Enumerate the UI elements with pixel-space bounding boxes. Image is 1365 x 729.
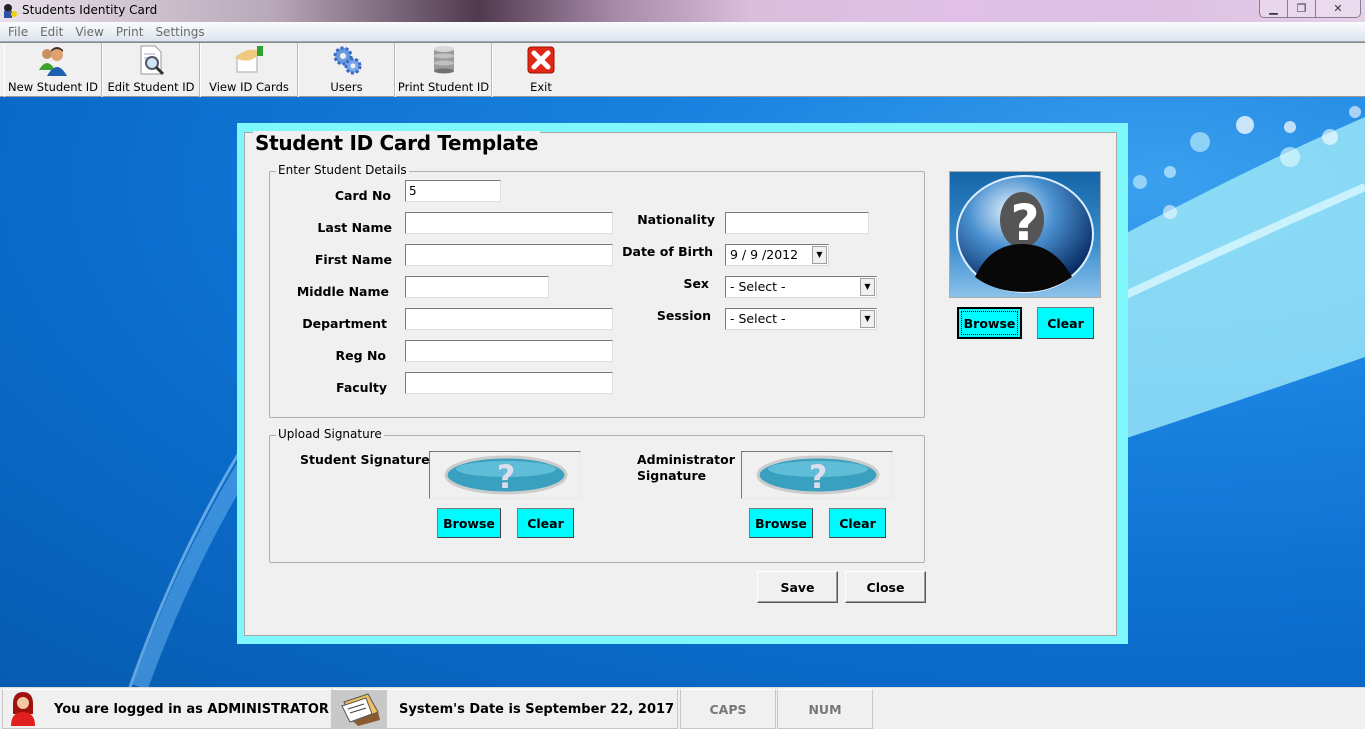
database-icon — [433, 46, 454, 74]
admin-signature-image: ? — [741, 451, 893, 499]
sex-value: - Select - — [730, 279, 786, 294]
chevron-down-icon[interactable]: ▼ — [812, 246, 827, 264]
reg-no-label: Reg No — [335, 348, 386, 363]
first-name-label: First Name — [314, 252, 392, 267]
toolbar-label: New Student ID — [8, 80, 98, 94]
faculty-input[interactable] — [405, 372, 613, 394]
upload-signature-legend: Upload Signature — [276, 427, 384, 441]
window-title: Students Identity Card — [22, 3, 158, 17]
logged-in-text: You are logged in as ADMINISTRATOR — [54, 701, 329, 717]
toolbar-label: Print Student ID — [397, 80, 490, 94]
users-icon — [39, 47, 67, 76]
close-window-button[interactable]: ✕ — [1316, 0, 1360, 17]
toolbar-label: View ID Cards — [209, 80, 289, 94]
question-mark-icon: ? — [444, 455, 568, 496]
menu-print[interactable]: Print — [110, 25, 150, 39]
dob-value: 9 / 9 /2012 — [730, 247, 799, 262]
edit-student-id-button[interactable]: Edit Student ID — [102, 43, 200, 97]
card-no-input[interactable]: 5 — [405, 180, 501, 202]
menu-view[interactable]: View — [69, 25, 109, 39]
svg-text:?: ? — [1010, 194, 1039, 252]
restore-icon: ❐ — [1296, 2, 1307, 15]
admin-signature-label: Administrator Signature — [637, 452, 735, 484]
exit-icon — [527, 46, 555, 74]
caps-indicator: CAPS — [680, 689, 776, 729]
users-button[interactable]: Users — [298, 43, 395, 97]
new-student-id-button[interactable]: New Student ID — [4, 43, 102, 97]
nationality-input[interactable] — [725, 212, 869, 234]
window-controls: ▁ ❐ ✕ — [1259, 0, 1361, 18]
menu-edit[interactable]: Edit — [34, 25, 69, 39]
session-label: Session — [656, 308, 711, 323]
minimize-icon: ▁ — [1269, 2, 1278, 15]
card-hand-icon — [235, 46, 263, 73]
question-mark-icon: ? — [756, 455, 880, 496]
sex-select[interactable]: - Select - ▼ — [725, 276, 877, 298]
unknown-person-icon: ? — [956, 175, 1094, 293]
sex-label: Sex — [683, 276, 709, 291]
print-student-id-button[interactable]: Print Student ID — [395, 43, 492, 97]
admin-signature-label-line2: Signature — [637, 468, 707, 483]
photo-browse-button[interactable]: Browse — [957, 307, 1022, 339]
save-button[interactable]: Save — [757, 571, 838, 603]
logged-in-panel: You are logged in as ADMINISTRATOR — [2, 689, 332, 729]
system-date-panel: System's Date is September 22, 2017 — [332, 689, 678, 729]
last-name-label: Last Name — [317, 220, 392, 235]
restore-button[interactable]: ❐ — [1288, 0, 1316, 17]
admin-user-icon — [11, 692, 35, 726]
faculty-label: Faculty — [336, 380, 387, 395]
student-signature-clear-button[interactable]: Clear — [517, 508, 574, 538]
chevron-down-icon[interactable]: ▼ — [860, 278, 875, 296]
document-search-icon — [140, 45, 165, 76]
admin-signature-browse-button[interactable]: Browse — [749, 508, 813, 538]
department-input[interactable] — [405, 308, 613, 330]
title-bar: Students Identity Card ▁ ❐ ✕ — [0, 0, 1365, 22]
system-date-text: System's Date is September 22, 2017 — [399, 701, 675, 717]
student-signature-browse-button[interactable]: Browse — [437, 508, 501, 538]
chevron-down-icon[interactable]: ▼ — [860, 310, 875, 328]
first-name-input[interactable] — [405, 244, 613, 266]
app-icon — [4, 4, 17, 18]
admin-signature-clear-button[interactable]: Clear — [829, 508, 886, 538]
middle-name-input[interactable] — [405, 276, 549, 298]
num-indicator: NUM — [777, 689, 873, 729]
minimize-button[interactable]: ▁ — [1260, 0, 1288, 17]
view-id-cards-button[interactable]: View ID Cards — [200, 43, 298, 97]
reg-no-input[interactable] — [405, 340, 613, 362]
student-photo: ? — [949, 171, 1101, 298]
gears-icon — [333, 46, 361, 75]
toolbar: New Student ID Edit Student ID View ID C… — [0, 42, 1365, 97]
admin-signature-label-line1: Administrator — [637, 452, 735, 467]
dob-label: Date of Birth — [622, 244, 713, 259]
menu-file[interactable]: File — [2, 25, 34, 39]
student-signature-label: Student Signature — [300, 452, 430, 467]
toolbar-label: Exit — [530, 80, 552, 94]
menu-settings[interactable]: Settings — [149, 25, 210, 39]
student-signature-image: ? — [429, 451, 581, 499]
calendar-icon-box — [333, 690, 387, 728]
nationality-label: Nationality — [637, 212, 715, 227]
card-no-label: Card No — [334, 188, 391, 203]
dob-datepicker[interactable]: 9 / 9 /2012 ▼ — [725, 244, 829, 266]
status-bar: You are logged in as ADMINISTRATOR Syste… — [0, 687, 1365, 729]
svg-text:?: ? — [497, 458, 516, 496]
toolbar-label: Edit Student ID — [107, 80, 195, 94]
calendar-icon — [341, 693, 380, 726]
student-details-legend: Enter Student Details — [276, 163, 409, 177]
toolbar-label: Users — [330, 80, 363, 94]
last-name-input[interactable] — [405, 212, 613, 234]
menu-bar: File Edit View Print Settings — [0, 22, 1365, 42]
exit-button[interactable]: Exit — [492, 43, 589, 97]
department-label: Department — [302, 316, 387, 331]
close-button[interactable]: Close — [845, 571, 926, 603]
middle-name-label: Middle Name — [296, 284, 389, 299]
photo-clear-button[interactable]: Clear — [1037, 307, 1094, 339]
svg-text:?: ? — [809, 458, 828, 496]
session-select[interactable]: - Select - ▼ — [725, 308, 877, 330]
close-icon: ✕ — [1333, 2, 1343, 15]
dialog-title: Student ID Card Template — [253, 131, 541, 155]
session-value: - Select - — [730, 311, 786, 326]
